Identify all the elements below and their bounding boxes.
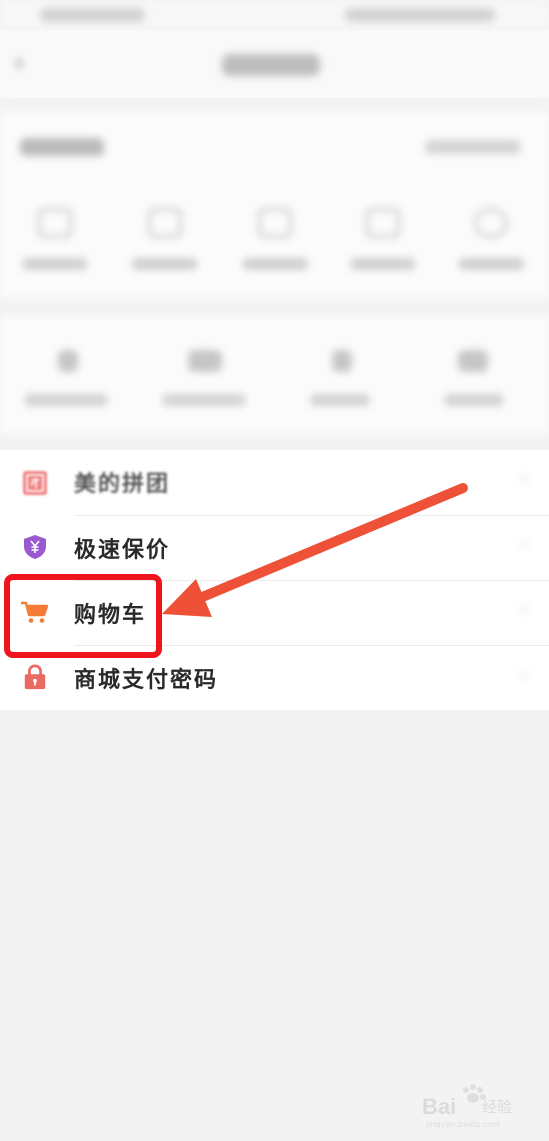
watermark-domain: jingyan.baidu.com bbox=[425, 1120, 500, 1129]
pointer-arrow-icon bbox=[162, 483, 468, 617]
watermark-brand: Bai bbox=[422, 1094, 456, 1119]
baidu-watermark: Bai 经验 jingyan.baidu.com bbox=[420, 1080, 540, 1130]
baidu-paw-logo-icon: Bai 经验 jingyan.baidu.com bbox=[422, 1084, 512, 1129]
watermark-suffix: 经验 bbox=[482, 1098, 512, 1116]
